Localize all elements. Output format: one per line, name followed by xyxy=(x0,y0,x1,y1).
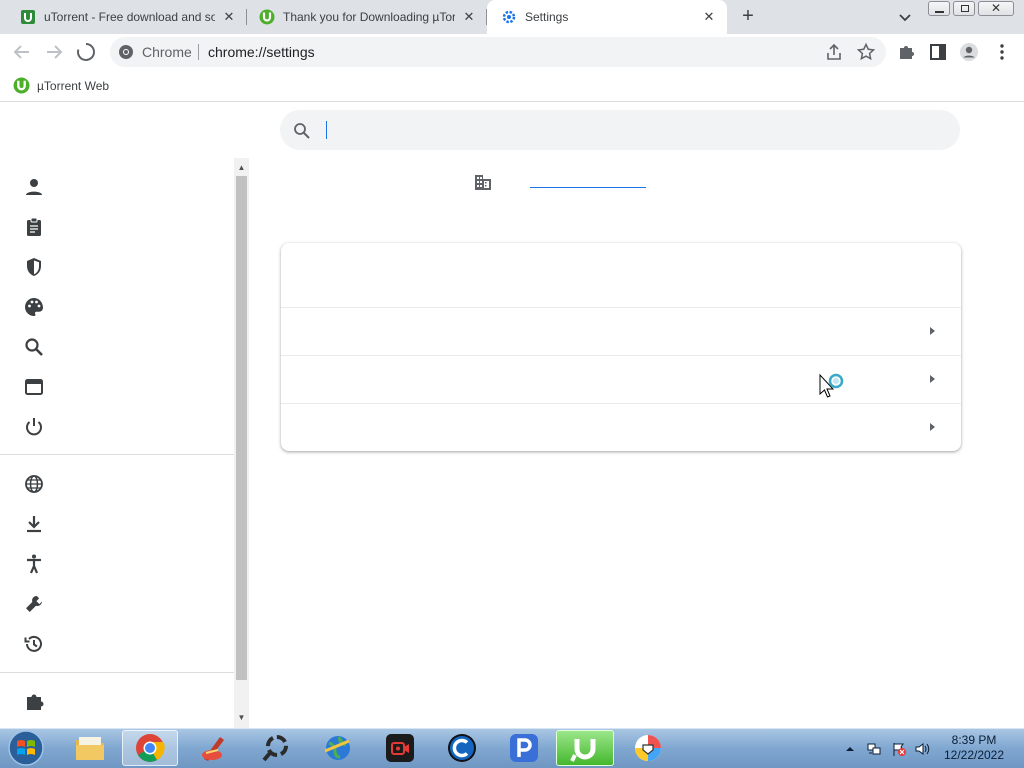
minimize-button[interactable] xyxy=(928,1,950,16)
taskbar-utorrent[interactable] xyxy=(556,730,614,766)
chevron-right-icon xyxy=(930,375,935,383)
scroll-down-arrow[interactable]: ▼ xyxy=(236,713,247,723)
screen-recorder-icon xyxy=(386,734,414,762)
chrome-logo-icon xyxy=(136,734,165,762)
history-icon[interactable] xyxy=(22,632,46,656)
close-window-button[interactable]: ✕ xyxy=(978,1,1014,16)
chrome-logo-icon xyxy=(119,45,133,59)
extensions-puzzle-icon[interactable] xyxy=(896,42,916,62)
bookmark-star-icon[interactable] xyxy=(856,42,876,62)
restore-button[interactable] xyxy=(953,1,975,16)
settings-search-input[interactable] xyxy=(322,119,942,141)
managed-by-link[interactable] xyxy=(530,187,646,188)
volume-icon[interactable] xyxy=(914,741,930,757)
url-text[interactable]: chrome://settings xyxy=(208,44,315,60)
taskbar-chrome[interactable] xyxy=(122,730,178,766)
p-app-icon xyxy=(510,734,538,762)
tab-utorrent-download[interactable]: uTorrent - Free download and software ✕ xyxy=(0,0,247,34)
settings-row[interactable] xyxy=(281,403,961,451)
chevron-right-icon xyxy=(930,423,935,431)
new-tab-button[interactable]: + xyxy=(736,5,760,29)
chevron-right-icon xyxy=(930,327,935,335)
search-engine-icon[interactable] xyxy=(22,335,46,359)
windows-start-icon[interactable] xyxy=(6,729,46,767)
taskbar-search-app[interactable] xyxy=(248,730,304,766)
text-caret xyxy=(326,121,327,139)
settings-row[interactable] xyxy=(281,355,961,403)
tab-thank-you[interactable]: Thank you for Downloading µTorrent ✕ xyxy=(247,0,487,34)
system-clock[interactable]: 8:39 PM 12/22/2022 xyxy=(940,733,1008,763)
utorrent-icon xyxy=(570,739,596,762)
browser-window-icon[interactable] xyxy=(22,375,46,399)
bookmark-utorrent-web[interactable]: µTorrent Web xyxy=(13,77,109,94)
extension-icon[interactable] xyxy=(22,689,46,713)
tab-title: Thank you for Downloading µTorrent xyxy=(283,10,455,24)
taskbar-ccleaner-c[interactable] xyxy=(434,730,490,766)
share-icon[interactable] xyxy=(824,43,844,63)
chevron-down-icon[interactable] xyxy=(894,6,916,28)
palette-icon[interactable] xyxy=(22,295,46,319)
clock-time: 8:39 PM xyxy=(951,733,997,747)
profile-avatar-icon[interactable] xyxy=(959,42,979,62)
search-icon xyxy=(294,123,310,139)
tab-settings[interactable]: Settings ✕ xyxy=(487,0,727,34)
download-icon[interactable] xyxy=(22,512,46,536)
settings-card xyxy=(281,243,961,451)
tab-title: Settings xyxy=(525,10,569,24)
close-tab-icon[interactable]: ✕ xyxy=(221,9,237,25)
scroll-up-arrow[interactable]: ▲ xyxy=(236,163,247,173)
c-app-icon xyxy=(448,734,476,762)
building-icon xyxy=(475,175,491,190)
bookmark-label: µTorrent Web xyxy=(37,78,110,93)
tab-title: uTorrent - Free download and software xyxy=(44,10,215,24)
taskbar-ccleaner[interactable] xyxy=(186,730,242,766)
close-tab-icon[interactable]: ✕ xyxy=(701,9,717,25)
back-arrow-icon[interactable] xyxy=(11,41,33,63)
omnibox-chip-label: Chrome xyxy=(142,44,192,60)
side-panel-icon[interactable] xyxy=(928,42,948,62)
sidebar-divider xyxy=(0,454,234,455)
app-search-icon xyxy=(262,735,288,762)
bookmarks-bar: µTorrent Web xyxy=(0,70,1024,102)
globe-icon[interactable] xyxy=(22,472,46,496)
taskbar-explorer[interactable] xyxy=(62,730,118,766)
settings-row[interactable] xyxy=(281,307,961,355)
tray-expand-icon[interactable] xyxy=(844,743,856,755)
more-vert-icon[interactable] xyxy=(992,42,1012,62)
clipboard-icon[interactable] xyxy=(22,215,46,239)
ccleaner-icon xyxy=(202,737,224,761)
person-icon[interactable] xyxy=(22,175,46,199)
accessibility-icon[interactable] xyxy=(22,552,46,576)
taskbar-globe-app[interactable] xyxy=(310,730,366,766)
shield-icon[interactable] xyxy=(22,255,46,279)
taskbar-generic-app[interactable] xyxy=(620,730,676,766)
utorrent-icon xyxy=(13,77,30,94)
sidebar-divider xyxy=(0,672,234,673)
folder-icon xyxy=(76,737,104,760)
shield-app-icon xyxy=(635,735,661,761)
action-center-flag-icon[interactable] xyxy=(891,741,907,757)
wrench-icon[interactable] xyxy=(22,592,46,616)
tab-strip: uTorrent - Free download and software ✕ … xyxy=(0,0,1024,34)
omnibox-separator xyxy=(198,44,199,60)
settings-gear-icon xyxy=(502,10,516,24)
network-icon[interactable] xyxy=(866,741,882,757)
busy-cursor-icon xyxy=(819,373,844,398)
green-square-icon xyxy=(21,10,35,24)
close-tab-icon[interactable]: ✕ xyxy=(461,9,477,25)
clock-date: 12/22/2022 xyxy=(943,748,1005,762)
taskbar-recorder[interactable] xyxy=(372,730,428,766)
utorrent-icon xyxy=(259,9,275,25)
power-icon[interactable] xyxy=(22,415,46,439)
scrollbar-thumb[interactable] xyxy=(236,176,247,680)
loading-spinner-icon[interactable] xyxy=(75,41,97,63)
globe-browser-icon xyxy=(324,736,350,760)
forward-arrow-icon[interactable] xyxy=(43,41,65,63)
taskbar-p-app[interactable] xyxy=(496,730,552,766)
